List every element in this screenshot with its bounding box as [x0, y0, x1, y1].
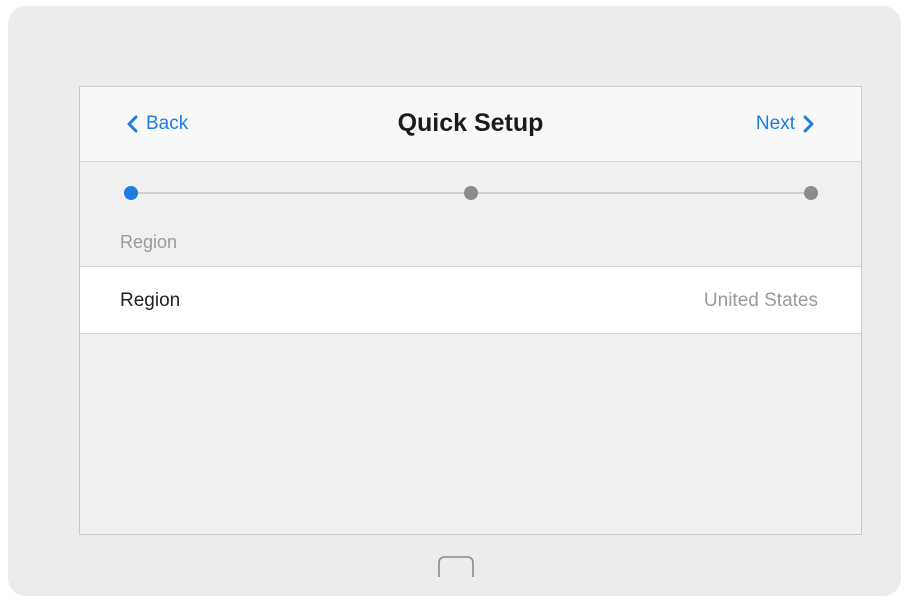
region-row[interactable]: Region United States [80, 266, 861, 334]
device-frame: Back Quick Setup Next Region Region Unit… [8, 6, 901, 596]
region-row-value: United States [703, 290, 818, 311]
progress-step-2-dot [464, 186, 478, 200]
next-button[interactable]: Next [756, 113, 817, 135]
quick-setup-header: Back Quick Setup Next [80, 87, 861, 162]
next-label: Next [755, 113, 795, 134]
progress-step-3-dot [804, 186, 818, 200]
setup-progress: Region [80, 162, 861, 266]
touch-screen: Back Quick Setup Next Region Region Unit… [79, 86, 862, 535]
progress-step-1-dot [124, 186, 138, 200]
home-button-icon[interactable] [431, 553, 481, 579]
current-step-label: Region [120, 232, 178, 252]
region-row-label: Region [120, 290, 181, 311]
chevron-right-icon [803, 115, 814, 133]
page-title: Quick Setup [397, 109, 544, 137]
